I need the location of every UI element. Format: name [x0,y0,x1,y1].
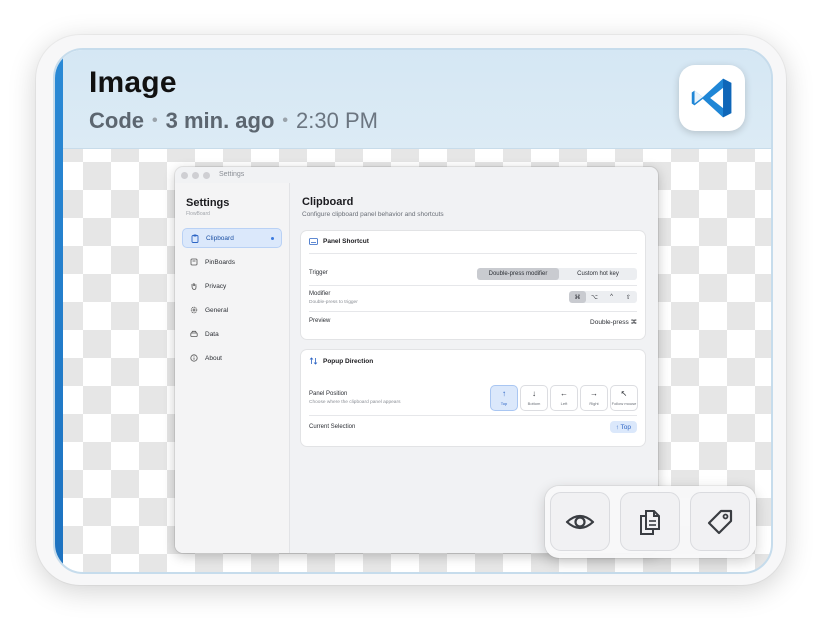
left-arrow-icon: ← [560,389,568,398]
page-subtitle: Configure clipboard panel behavior and s… [302,211,444,218]
up-arrow-icon: ↑ [502,389,506,398]
source-app-name: Code [89,108,144,133]
info-icon [189,354,199,362]
trigger-label: Trigger [309,270,328,276]
sidebar-item-clipboard: Clipboard [182,228,282,248]
section-heading-label: Panel Shortcut [323,238,369,245]
arrows-icon [309,357,318,365]
item-meta: Code • 3 min. ago • 2:30 PM [89,108,378,134]
down-arrow-icon: ↓ [532,389,536,398]
window-titlebar: Settings [175,167,658,183]
meta-separator: • [282,112,289,129]
panel-position-sublabel: Choose where the clipboard panel appears [309,400,401,405]
right-arrow-icon: → [590,389,598,398]
sidebar-title: Settings [186,197,230,209]
preview-label: Preview [309,318,331,324]
position-option-label: Top [500,401,508,406]
sidebar-item-about: About [182,348,282,368]
clock-time: 2:30 PM [296,108,378,133]
position-options: ↑ Top ↓ Bottom ← Left → Right ↖ Follow m… [491,386,637,410]
divider [309,285,637,286]
preview-button[interactable] [550,492,610,551]
trigger-option: Custom hot key [577,271,619,277]
panel-position-label: Panel Position [309,391,348,397]
sidebar-item-label: Clipboard [206,234,234,242]
card-header: Image Code • 3 min. ago • 2:30 PM [63,50,771,149]
modifier-sublabel: Double-press to trigger [309,300,358,305]
accent-bar [55,50,63,572]
vscode-icon [679,65,745,131]
position-option-label: Right [589,401,599,406]
modifier-key: ⌘ [569,291,586,303]
hand-icon [189,282,199,290]
sidebar-subtitle: FlowBoard [186,211,210,217]
popup-direction-section: Popup Direction Panel Position Choose wh… [301,350,645,446]
modifier-key-selector: ⌘ ⌥ ^ ⇧ [569,291,637,303]
position-option-left: ← Left [551,386,577,410]
copy-button[interactable] [620,492,680,551]
minimize-traffic-light [192,172,199,179]
sidebar-item-privacy: Privacy [182,276,282,296]
relative-time: 3 min. ago [165,108,275,133]
zoom-traffic-light [203,172,210,179]
tag-button[interactable] [690,492,750,551]
position-option-top: ↑ Top [491,386,517,410]
close-traffic-light [181,172,188,179]
page-title: Clipboard [302,196,354,208]
cursor-icon: ↖ [620,389,628,398]
modifier-key: ^ [610,294,613,300]
divider [309,253,637,254]
preview-value: Double-press ⌘ [590,319,637,326]
position-option-label: Follow mouse [611,401,637,406]
divider [309,415,637,416]
section-heading-label: Popup Direction [323,357,374,365]
drive-icon [189,330,199,338]
gear-icon [189,306,199,314]
trigger-segmented-control: Double-press modifier Custom hot key [477,268,637,280]
position-option-label: Left [560,401,568,406]
modifier-key: ⇧ [625,294,632,301]
active-indicator [271,237,274,240]
sidebar-item-label: Data [205,330,219,338]
current-selection-label: Current Selection [309,424,356,430]
eye-icon [565,511,595,533]
modifier-key: ⌥ [591,294,598,301]
current-selection-badge: ↑ Top [609,421,637,433]
copy-icon [638,508,662,536]
sidebar-item-label: Privacy [205,282,227,290]
sidebar-item-general: General [182,300,282,320]
position-option-label: Bottom [527,401,541,406]
sidebar-item-label: PinBoards [205,258,235,266]
keyboard-icon [309,238,318,245]
position-option-right: → Right [581,386,607,410]
section-heading: Panel Shortcut [309,238,369,245]
sidebar-item-label: About [205,354,222,362]
position-option-follow-mouse: ↖ Follow mouse [611,386,637,410]
section-heading: Popup Direction [309,357,373,365]
tag-icon [706,508,734,536]
settings-sidebar: Settings FlowBoard Clipboard PinBoards P… [175,183,290,553]
item-type-title: Image [89,66,177,99]
divider [309,311,637,312]
sidebar-item-pinboards: PinBoards [182,252,282,272]
meta-separator: • [152,112,158,129]
pin-icon [189,258,199,266]
clipboard-icon [190,234,200,243]
sidebar-item-label: General [205,306,229,314]
window-title: Settings [219,171,245,178]
panel-shortcut-section: Panel Shortcut Trigger Double-press modi… [301,231,645,339]
trigger-option: Double-press modifier [477,268,559,280]
position-option-bottom: ↓ Bottom [521,386,547,410]
sidebar-item-data: Data [182,324,282,344]
modifier-label: Modifier [309,291,331,297]
action-toolbar [545,486,756,558]
